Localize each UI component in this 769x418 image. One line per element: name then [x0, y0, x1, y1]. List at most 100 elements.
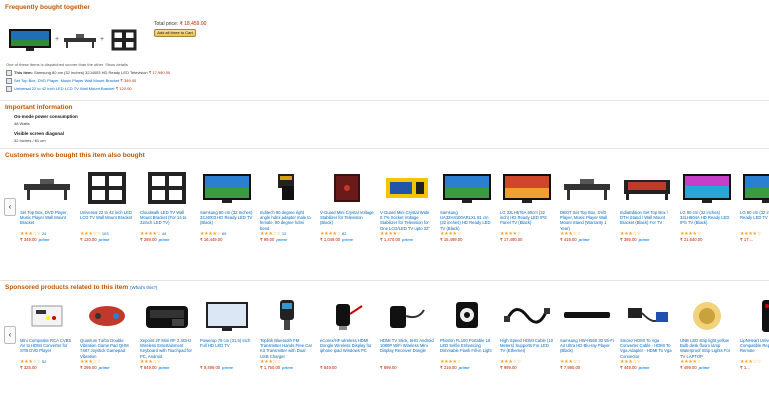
product-card[interactable]: IndiaEdition Set Top Box / DTH Stand / W…	[620, 170, 674, 243]
review-count[interactable]: 103	[102, 231, 109, 236]
review-count[interactable]: 69	[222, 231, 226, 236]
product-card[interactable]: V-Guard Mini Crystal Voltage Stabilizer …	[320, 170, 374, 243]
product-image[interactable]	[320, 170, 374, 206]
product-card[interactable]: Toplink Bluetooth FM Transmitter Hands F…	[260, 298, 314, 371]
product-card[interactable]: Smoez HDMI To Vga Converter Cable - HDMI…	[620, 298, 674, 371]
product-title-link[interactable]: Xepoint 2F Mini RF 2.4GHz Wireless Enter…	[140, 338, 194, 359]
fbt-item-row[interactable]: Universal 22 to 42 inch LED LCD TV Wall …	[6, 86, 132, 92]
product-card[interactable]: Samsung 80 cm (32 Inches) 32J4003 HD Rea…	[200, 170, 254, 243]
product-title-link[interactable]: eCorex/HF wireless HDMI Dongle Wireless …	[320, 338, 374, 359]
product-title-link[interactable]: V-Guard Mini Crystal Wide 0.7% Socket Vo…	[380, 210, 434, 231]
product-image[interactable]	[680, 298, 734, 334]
product-image[interactable]	[740, 170, 769, 206]
product-card[interactable]: High Speed HDMI Cable (10 Meters) Suppor…	[500, 298, 554, 371]
product-card[interactable]: eCorex/HF wireless HDMI Dongle Wireless …	[320, 298, 374, 371]
product-image[interactable]	[80, 298, 134, 334]
product-title-link[interactable]: Toplink Bluetooth FM Transmitter Hands F…	[260, 338, 314, 359]
checkbox[interactable]	[6, 86, 12, 92]
product-image[interactable]	[260, 170, 314, 206]
product-title-link[interactable]: LipNHeart Universal Control Compatible R…	[740, 338, 769, 359]
product-image[interactable]	[260, 298, 314, 334]
product-card[interactable]: Samsung UA32H4100ARLXL 81 cm (32 inches)…	[440, 170, 494, 243]
review-count[interactable]: 44	[162, 231, 166, 236]
product-title-link[interactable]: DBOT Set Top Box, DVD Player, Music Play…	[560, 210, 614, 231]
product-card[interactable]: Quantum Turbo Double Vibration Game Pad …	[80, 298, 134, 371]
product-title-link[interactable]: IndiaEdition Set Top Box / DTH Stand / W…	[620, 210, 674, 231]
product-image[interactable]	[140, 170, 194, 206]
product-title-link[interactable]: LG 32LH576A 80cm (32 inch) HD Ready LED …	[500, 210, 554, 231]
product-title-link[interactable]: Photron FL100 Portable 16 LED Selfie Enh…	[440, 338, 494, 359]
product-card[interactable]: Powerup 79 cm (31.5) Inch Full HD LED TV…	[200, 298, 254, 371]
add-all-to-cart-button[interactable]: Add all three to Cart	[154, 29, 196, 37]
product-title-link[interactable]: Quantum Turbo Double Vibration Game Pad …	[80, 338, 134, 359]
shelf-bracket-image[interactable]	[62, 28, 98, 52]
product-image[interactable]	[560, 170, 614, 206]
product-title-link[interactable]: Smoez HDMI To Vga Converter Cable - HDMI…	[620, 338, 674, 359]
product-image[interactable]	[20, 298, 74, 334]
product-image[interactable]	[620, 298, 674, 334]
product-price: ₹ 419.00	[560, 237, 577, 242]
fbt-item-row[interactable]: This item: Samsung 80 cm (32 Inches) 32J…	[6, 70, 170, 76]
product-title-link[interactable]: High Speed HDMI Cable (10 Meters) Suppor…	[500, 338, 554, 359]
wall-mount-image[interactable]	[107, 28, 141, 52]
product-image[interactable]	[200, 170, 254, 206]
product-card[interactable]: Set Top Box, DVD Player, Music Player Wa…	[20, 170, 74, 243]
product-price: ₹ 1,750.00	[260, 365, 281, 370]
product-card[interactable]: LipNHeart Universal Control Compatible R…	[740, 298, 769, 371]
product-title-link[interactable]: Universal 22 to 42 inch LED LCD TV Wall …	[80, 210, 134, 231]
product-title-link[interactable]: Set Top Box, DVD Player, Music Player Wa…	[20, 210, 74, 231]
product-card[interactable]: DBOT Set Top Box, DVD Player, Music Play…	[560, 170, 614, 243]
product-image[interactable]	[620, 170, 674, 206]
product-title-link[interactable]: Samsung HW-H550 30 Wi-Fi Air Ultra HD Bl…	[560, 338, 614, 359]
product-image[interactable]	[440, 298, 494, 334]
product-card[interactable]: Samsung HW-H550 30 Wi-Fi Air Ultra HD Bl…	[560, 298, 614, 371]
product-card[interactable]: LG 80 cm (32 inches) 32LH604A HD Ready L…	[680, 170, 734, 243]
product-title-link[interactable]: Mini Composite RCA CVBS AV to HDMI Conve…	[20, 338, 74, 359]
product-card[interactable]: Cloudwalk LED TV Wall Mount Bracket (For…	[140, 170, 194, 243]
product-image[interactable]	[200, 298, 254, 334]
product-card[interactable]: UNB LED strip light yellow Bulb desk flu…	[680, 298, 734, 371]
product-title-link[interactable]: Samsung UA32H4100ARLXL 81 cm (32 inches)…	[440, 210, 494, 231]
product-image[interactable]	[380, 298, 434, 334]
fbt-item-row[interactable]: Set Top Box, DVD Player, Music Player Wa…	[6, 78, 136, 84]
product-image[interactable]	[740, 298, 769, 334]
product-image[interactable]	[440, 170, 494, 206]
product-image[interactable]	[20, 170, 74, 206]
product-title-link[interactable]: Powerup 79 cm (31.5) Inch Full HD LED TV	[200, 338, 254, 359]
product-title-link[interactable]: LG 80 cm (32 inches) 32LH604A HD Ready L…	[680, 210, 734, 231]
product-image[interactable]	[80, 170, 134, 206]
product-card[interactable]: LG 80 cm (32 inches) HD Ready LED TV★★★★…	[740, 170, 769, 243]
product-title-link[interactable]: Samsung 80 cm (32 Inches) 32J4003 HD Rea…	[200, 210, 254, 231]
product-title-link[interactable]: V-Guard Mini Crystal Voltage Stabilizer …	[320, 210, 374, 231]
product-title-link[interactable]: Inditech 90 degree right angle hdmi adap…	[260, 210, 314, 231]
review-count[interactable]: 52	[42, 359, 46, 364]
carousel-prev-button[interactable]: ‹	[4, 326, 16, 344]
checkbox[interactable]	[6, 70, 12, 76]
product-title-link[interactable]: LG 80 cm (32 inches) HD Ready LED TV	[740, 210, 769, 231]
product-image[interactable]	[500, 298, 554, 334]
product-image[interactable]	[560, 298, 614, 334]
product-title-link[interactable]: UNB LED strip light yellow Bulb desk flu…	[680, 338, 734, 359]
product-title-link[interactable]: Cloudwalk LED TV Wall Mount Bracket (For…	[140, 210, 194, 231]
carousel-prev-button[interactable]: ‹	[4, 198, 16, 216]
review-count[interactable]: 24	[42, 231, 46, 236]
product-card[interactable]: V-Guard Mini Crystal Wide 0.7% Socket Vo…	[380, 170, 434, 243]
product-card[interactable]: Universal 22 to 42 inch LED LCD TV Wall …	[80, 170, 134, 243]
product-card[interactable]: Xepoint 2F Mini RF 2.4GHz Wireless Enter…	[140, 298, 194, 371]
product-card[interactable]: HDMI TV Stick, 5HG Android 1080P WiFi Wi…	[380, 298, 434, 371]
product-card[interactable]: LG 32LH576A 80cm (32 inch) HD Ready LED …	[500, 170, 554, 243]
product-image[interactable]	[500, 170, 554, 206]
product-image[interactable]	[380, 170, 434, 206]
product-title-link[interactable]: HDMI TV Stick, 5HG Android 1080P WiFi Wi…	[380, 338, 434, 359]
review-count[interactable]: 12	[282, 231, 286, 236]
product-image[interactable]	[320, 298, 374, 334]
whats-this-link[interactable]: (What's this?)	[130, 285, 157, 290]
checkbox[interactable]	[6, 78, 12, 84]
product-card[interactable]: Inditech 90 degree right angle hdmi adap…	[260, 170, 314, 243]
product-card[interactable]: Photron FL100 Portable 16 LED Selfie Enh…	[440, 298, 494, 371]
product-image[interactable]	[140, 298, 194, 334]
product-card[interactable]: Mini Composite RCA CVBS AV to HDMI Conve…	[20, 298, 74, 371]
tv-product-image[interactable]	[8, 28, 52, 52]
product-image[interactable]	[680, 170, 734, 206]
review-count[interactable]: 82	[342, 231, 346, 236]
